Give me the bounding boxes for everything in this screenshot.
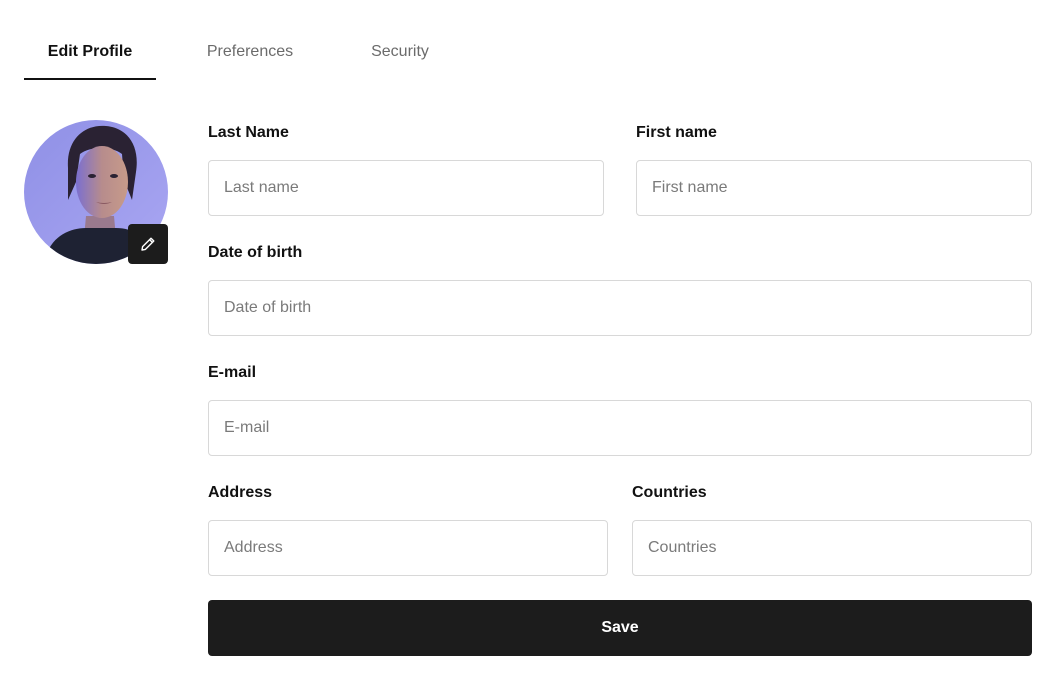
tab-security[interactable]: Security <box>346 26 454 80</box>
first-name-field[interactable] <box>636 160 1032 216</box>
email-label: E-mail <box>208 364 257 381</box>
last-name-label: Last Name <box>208 124 289 141</box>
address-field[interactable] <box>208 520 608 576</box>
date-of-birth-field[interactable] <box>208 280 1032 336</box>
edit-profile-page: Edit Profile Preferences Security Last N… <box>0 0 1056 696</box>
countries-field[interactable] <box>632 520 1032 576</box>
tab-preferences[interactable]: Preferences <box>184 26 316 80</box>
address-label: Address <box>208 484 273 501</box>
tab-edit-profile[interactable]: Edit Profile <box>24 26 156 80</box>
countries-label: Countries <box>632 484 707 501</box>
save-button[interactable]: Save <box>208 600 1032 656</box>
last-name-field[interactable] <box>208 160 604 216</box>
tab-label: Security <box>371 43 429 60</box>
email-field[interactable] <box>208 400 1032 456</box>
tab-bar: Edit Profile Preferences Security <box>24 26 1032 80</box>
pencil-icon <box>141 237 155 251</box>
tab-label: Edit Profile <box>47 43 133 60</box>
tab-label: Preferences <box>206 43 294 60</box>
edit-avatar-button[interactable] <box>128 224 168 264</box>
first-name-label: First name <box>636 124 717 141</box>
date-of-birth-label: Date of birth <box>208 244 303 261</box>
